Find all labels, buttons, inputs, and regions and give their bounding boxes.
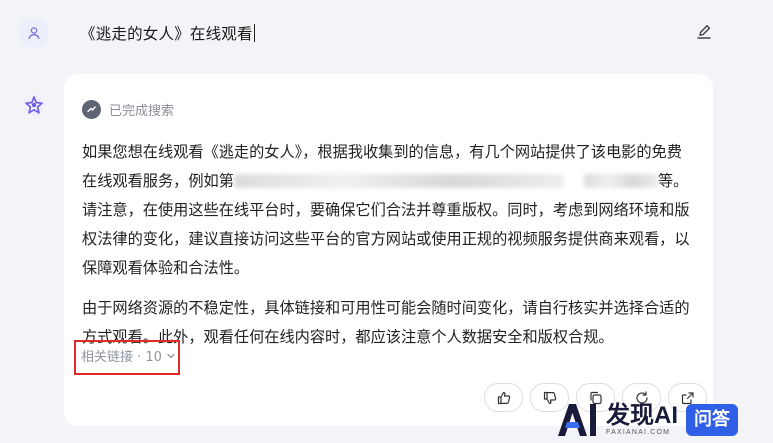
answer-text: 如果您想在线观看《逃走的女人》，根据我收集到的信息，有几个网站提供了该电影的免费…: [82, 138, 694, 363]
watermark-brand-block: 发现AI FAXIANAI.COM: [606, 402, 678, 437]
ai-logo-icon: AI: [556, 400, 596, 436]
redacted-text: [233, 174, 564, 188]
answer-paragraph-1: 如果您想在线观看《逃走的女人》，根据我收集到的信息，有几个网站提供了该电影的免费…: [82, 138, 694, 283]
search-status-label: 已完成搜索: [109, 104, 175, 119]
highlight-annotation: [74, 340, 180, 375]
watermark-domain: FAXIANAI.COM: [606, 429, 671, 436]
thumbs-up-icon: [497, 391, 510, 404]
assistant-logo-icon: [23, 94, 45, 116]
search-status[interactable]: 已完成搜索: [82, 100, 174, 119]
user-avatar: [20, 19, 48, 47]
ai-logo-text: AI: [556, 400, 558, 401]
user-query: 《逃走的女人》在线观看: [80, 22, 255, 46]
search-done-icon: [82, 100, 101, 119]
watermark: AI 发现AI FAXIANAI.COM 问答: [556, 396, 773, 443]
user-icon: [28, 27, 40, 40]
watermark-brand: 发现AI: [606, 402, 678, 429]
watermark-badge: 问答: [686, 403, 738, 436]
text-caret: [253, 24, 255, 42]
edit-icon[interactable]: [694, 22, 714, 42]
like-button[interactable]: [484, 383, 523, 412]
user-query-text: 《逃走的女人》在线观看: [80, 25, 253, 43]
redacted-text: [583, 174, 658, 188]
